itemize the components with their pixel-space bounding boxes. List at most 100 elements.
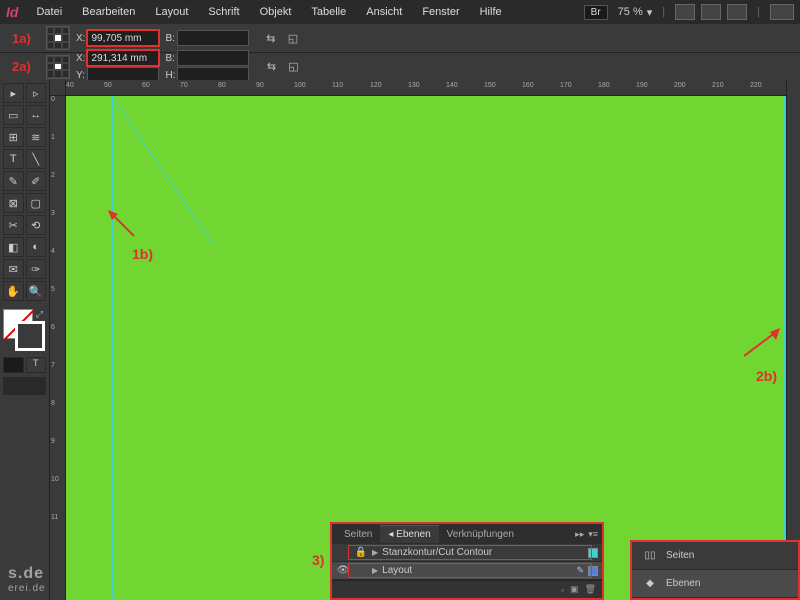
app-logo: Id	[6, 4, 18, 20]
guide-vertical-2[interactable]	[784, 96, 785, 600]
layers-icon: ◆	[642, 577, 658, 591]
b-label-2: B:	[165, 53, 174, 64]
view-normal[interactable]	[3, 377, 46, 395]
direct-select-tool[interactable]: ▹	[26, 83, 47, 103]
scissors-tool[interactable]: ✂	[3, 215, 24, 235]
diagonal-guides	[66, 96, 366, 246]
annotation-2a: 2a)	[12, 59, 31, 74]
bridge-button[interactable]: Br	[584, 5, 608, 20]
right-dock-strip[interactable]	[786, 80, 800, 600]
view-mode-icons	[675, 4, 747, 20]
watermark: s.de erei.de	[8, 565, 46, 594]
reference-point-grid-2[interactable]	[46, 55, 70, 79]
view-icon-1[interactable]	[675, 4, 695, 20]
menu-layout[interactable]: Layout	[145, 6, 198, 18]
disclosure-triangle-icon[interactable]: ▶	[372, 548, 378, 557]
line-tool[interactable]: ╲	[26, 149, 47, 169]
view-icon-2[interactable]	[701, 4, 721, 20]
frame-tool[interactable]: ⊠	[3, 193, 24, 213]
selection-tool[interactable]: ▸	[3, 83, 24, 103]
view-icon-3[interactable]	[727, 4, 747, 20]
menu-object[interactable]: Objekt	[250, 6, 302, 18]
tools-panel: ▸▹ ▭↔ ⊞≋ T╲ ✎✐ ⊠▢ ✂⟲ ◧◐ ✉✑ ✋🔍 ⤢ T	[0, 80, 50, 600]
workspace-switcher[interactable]	[770, 4, 794, 20]
chevron-down-icon: ▾	[647, 6, 653, 19]
type-on-path-tool[interactable]: ≋	[26, 127, 47, 147]
menu-type[interactable]: Schrift	[198, 6, 249, 18]
layer-color-swatch[interactable]	[588, 548, 598, 558]
panel-collapse-icon[interactable]: ▸▸	[575, 529, 584, 540]
panel-button-layers[interactable]: ◆ Ebenen	[632, 570, 798, 598]
panel-label: Ebenen	[666, 578, 700, 589]
ruler-origin[interactable]	[50, 80, 66, 96]
rectangle-tool[interactable]: ▢	[26, 193, 47, 213]
pen-target-icon[interactable]: ✎	[576, 565, 584, 576]
menu-bar: Id Datei Bearbeiten Layout Schrift Objek…	[0, 0, 800, 24]
control-bar-2: 2a) X: Y: B: H: ⇆ ◱	[0, 52, 800, 80]
note-tool[interactable]: ✉	[3, 259, 24, 279]
vertical-ruler[interactable]: 01234567891011	[50, 96, 66, 600]
menu-window[interactable]: Fenster	[412, 6, 469, 18]
tab-layers[interactable]: ◂ Ebenen	[380, 525, 438, 543]
right-panel-group: ▯▯ Seiten ◆ Ebenen	[630, 540, 800, 600]
visibility-toggle[interactable]: 👁	[336, 565, 350, 576]
layer-row-cutcontour[interactable]: 🔒 ▶ Stanzkontur/Cut Contour	[332, 544, 602, 562]
gap-tool[interactable]: ↔	[26, 105, 47, 125]
page-tool[interactable]: ▭	[3, 105, 24, 125]
type-tool[interactable]: T	[3, 149, 24, 169]
x-label-2: X:	[76, 53, 85, 64]
zoom-dropdown[interactable]: 75 % ▾	[618, 6, 653, 19]
pen-tool[interactable]: ✎	[3, 171, 24, 191]
apply-container[interactable]	[3, 357, 24, 373]
apply-text[interactable]: T	[26, 357, 47, 373]
annotation-1a: 1a)	[12, 31, 31, 46]
scale-icon[interactable]: ◱	[285, 30, 301, 46]
panel-label: Seiten	[666, 550, 694, 561]
x-input[interactable]	[87, 30, 159, 46]
constrain-icon-2[interactable]: ⇆	[263, 59, 279, 75]
new-layer-icon[interactable]: ▣	[570, 584, 579, 595]
lock-icon[interactable]: 🔒	[354, 547, 368, 558]
width-input[interactable]	[177, 30, 249, 46]
layer-name: Layout	[382, 565, 572, 576]
width-input-2[interactable]	[177, 50, 249, 66]
swap-fill-stroke-icon[interactable]: ⤢	[36, 309, 43, 320]
scale-icon-2[interactable]: ◱	[285, 59, 301, 75]
panel-footer: ▫ ▣ 🗑	[332, 580, 602, 598]
hand-tool[interactable]: ✋	[3, 281, 24, 301]
annotation-2b: 2b)	[756, 368, 777, 384]
b-label: B:	[165, 33, 174, 44]
menu-table[interactable]: Tabelle	[301, 6, 356, 18]
horizontal-ruler[interactable]: 4050607080901001101201301401501601701801…	[66, 80, 800, 96]
layer-row-layout[interactable]: 👁 ▶ Layout ✎	[332, 562, 602, 580]
gradient-tool[interactable]: ◧	[3, 237, 24, 257]
control-bar-1: 1a) X: B: ⇆ ◱	[0, 24, 800, 52]
feather-tool[interactable]: ◐	[26, 237, 47, 257]
tab-links[interactable]: Verknüpfungen	[439, 526, 522, 543]
layer-color-swatch[interactable]	[588, 566, 598, 576]
reference-point-grid[interactable]	[46, 26, 70, 50]
constrain-icon[interactable]: ⇆	[263, 30, 279, 46]
menu-view[interactable]: Ansicht	[356, 6, 412, 18]
annotation-3: 3)	[312, 552, 324, 568]
fill-stroke-swatch[interactable]: ⤢	[3, 309, 45, 351]
panel-menu-icon[interactable]: ▾≡	[588, 529, 598, 540]
y-label: Y:	[76, 70, 85, 81]
menu-help[interactable]: Hilfe	[470, 6, 512, 18]
menu-file[interactable]: Datei	[26, 6, 72, 18]
layers-panel: Seiten ◂ Ebenen Verknüpfungen ▸▸ ▾≡ 🔒 ▶ S…	[330, 522, 604, 600]
pencil-tool[interactable]: ✐	[26, 171, 47, 191]
content-tool[interactable]: ⊞	[3, 127, 24, 147]
delete-layer-icon[interactable]: 🗑	[585, 584, 596, 595]
panel-tabs: Seiten ◂ Ebenen Verknüpfungen ▸▸ ▾≡	[332, 524, 602, 544]
menu-edit[interactable]: Bearbeiten	[72, 6, 145, 18]
disclosure-triangle-icon[interactable]: ▶	[372, 566, 378, 575]
new-sublayer-icon[interactable]: ▫	[561, 585, 564, 595]
zoom-tool[interactable]: 🔍	[26, 281, 47, 301]
transform-tool[interactable]: ⟲	[26, 215, 47, 235]
x-input-2[interactable]	[87, 50, 159, 66]
stroke-color[interactable]	[15, 321, 45, 351]
tab-pages[interactable]: Seiten	[336, 526, 380, 543]
eyedropper-tool[interactable]: ✑	[26, 259, 47, 279]
panel-button-pages[interactable]: ▯▯ Seiten	[632, 542, 798, 570]
